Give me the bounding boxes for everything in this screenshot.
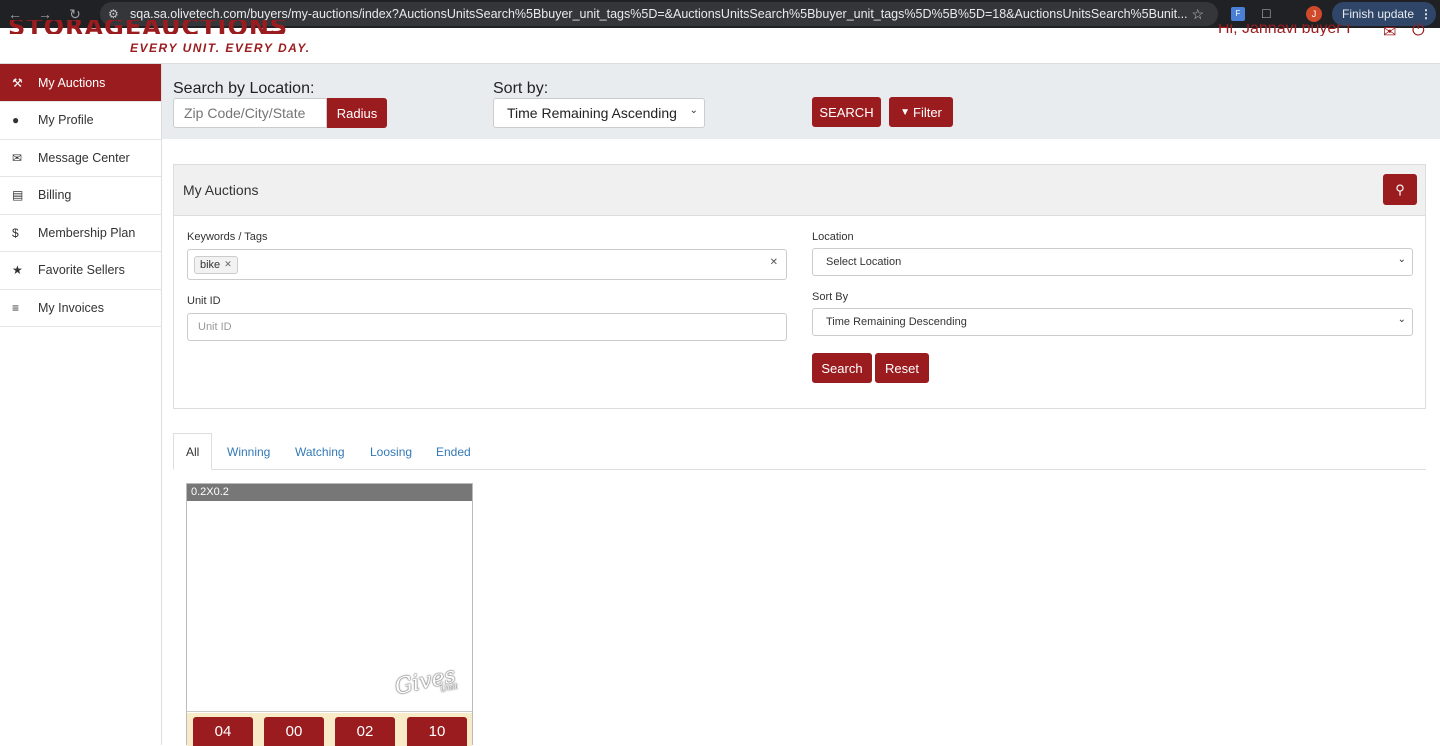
user-icon: ● xyxy=(12,113,20,128)
panel-title: My Auctions xyxy=(183,182,259,198)
tab-winning[interactable]: Winning xyxy=(227,433,270,470)
panel-header: My Auctions ⚲ xyxy=(174,165,1425,216)
location-search-band: Search by Location: Radius Sort by: Time… xyxy=(162,64,1440,139)
chevron-down-icon: ⌄ xyxy=(1397,314,1406,325)
gavel-icon: ⚒ xyxy=(12,75,23,90)
sort-by-field-label: Sort By xyxy=(812,291,849,303)
tag-chip: bike ✕ xyxy=(194,255,238,274)
radius-button[interactable]: Radius xyxy=(327,98,387,128)
timer-hours: 00 xyxy=(264,717,324,746)
power-icon[interactable]: ⏻ xyxy=(1412,22,1425,36)
unit-size-title: 0.2X0.2 xyxy=(187,484,472,501)
keywords-label: Keywords / Tags xyxy=(187,231,268,243)
sort-by-field-select[interactable]: Time Remaining Descending ⌄ xyxy=(812,308,1413,336)
sidebar-item-membership-plan[interactable]: $ Membership Plan xyxy=(0,215,161,252)
unit-card[interactable]: 0.2X0.2 Gives Unit 04 00 02 10 xyxy=(186,483,473,746)
tab-loosing[interactable]: Loosing xyxy=(370,433,412,470)
tab-all[interactable]: All xyxy=(173,433,213,470)
sidebar-item-label: My Invoices xyxy=(38,300,104,315)
bookmark-star-icon[interactable]: ☆ xyxy=(1191,6,1204,23)
envelope-icon: ✉ xyxy=(12,150,23,165)
panel-search-toggle[interactable]: ⚲ xyxy=(1383,174,1417,205)
user-greeting[interactable]: Hi, Jahnavi buyer I xyxy=(1218,24,1351,36)
profile-avatar[interactable]: J xyxy=(1306,6,1322,22)
sort-by-select[interactable]: Time Remaining Ascending ⌄ xyxy=(493,98,705,128)
site-info-icon[interactable]: ⚙ xyxy=(108,7,130,21)
filter-button[interactable]: ▼ Filter xyxy=(889,97,953,127)
dollar-icon: $ xyxy=(12,225,19,240)
timer-days: 04 xyxy=(193,717,253,746)
tag-remove-icon[interactable]: ✕ xyxy=(224,259,232,270)
sort-by-value: Time Remaining Ascending xyxy=(507,105,677,121)
tag-chip-label: bike xyxy=(200,258,221,271)
timer-seconds: 10 xyxy=(407,717,467,746)
unit-id-label: Unit ID xyxy=(187,295,221,307)
unit-id-input[interactable]: Unit ID xyxy=(187,313,787,341)
url-text: sqa.sa.olivetech.com/buyers/my-auctions/… xyxy=(130,7,1188,21)
clear-tags-icon[interactable]: ✕ xyxy=(770,257,778,268)
chevron-down-icon: ⌄ xyxy=(1397,254,1406,265)
finish-update-label: Finish update xyxy=(1342,7,1415,21)
sidebar-item-label: Favorite Sellers xyxy=(38,263,125,278)
star-icon: ★ xyxy=(12,263,23,278)
sort-by-label: Sort by: xyxy=(493,80,549,97)
site-header: STORAGEAUCTIONS EVERY UNIT. EVERY DAY. H… xyxy=(0,20,1440,64)
sidebar-item-my-auctions[interactable]: ⚒ My Auctions xyxy=(0,64,161,102)
countdown-timer: 04 00 02 10 xyxy=(187,713,472,746)
panel-search-button[interactable]: Search xyxy=(812,353,872,383)
search-by-location-label: Search by Location: xyxy=(173,80,315,97)
auction-tabs: All Winning Watching Loosing Ended xyxy=(173,433,1426,470)
search-icon: ⚲ xyxy=(1395,181,1405,197)
sidebar-item-label: Billing xyxy=(38,188,72,203)
sidebar-item-billing[interactable]: ▤ Billing xyxy=(0,177,161,215)
extension-icon[interactable]: F xyxy=(1231,7,1245,21)
sidebar-item-favorite-sellers[interactable]: ★ Favorite Sellers xyxy=(0,252,161,290)
mail-icon[interactable]: ✉ xyxy=(1383,22,1396,36)
sidebar-item-label: My Profile xyxy=(38,113,94,128)
credit-card-icon: ▤ xyxy=(12,188,24,203)
sidebar-item-my-invoices[interactable]: ≡ My Invoices xyxy=(0,290,161,327)
unit-id-placeholder: Unit ID xyxy=(198,321,232,333)
watermark-logo: Gives Unit xyxy=(392,663,458,703)
logo-mark xyxy=(262,28,282,34)
keywords-tags-input[interactable]: bike ✕ ✕ xyxy=(187,249,787,280)
unit-image[interactable]: Gives Unit xyxy=(187,501,472,712)
logo-tagline: EVERY UNIT. EVERY DAY. xyxy=(130,41,311,55)
list-icon: ≡ xyxy=(12,300,20,315)
timer-minutes: 02 xyxy=(335,717,395,746)
location-label: Location xyxy=(812,231,854,243)
sidebar-item-message-center[interactable]: ✉ Message Center xyxy=(0,140,161,177)
filter-icon: ▼ xyxy=(900,106,910,118)
sidebar: ⚒ My Auctions ● My Profile ✉ Message Cen… xyxy=(0,64,162,745)
chevron-down-icon: ⌄ xyxy=(689,105,698,116)
sidebar-item-label: My Auctions xyxy=(38,75,106,90)
location-select[interactable]: Select Location ⌄ xyxy=(812,248,1413,276)
tab-watching[interactable]: Watching xyxy=(295,433,345,470)
zip-code-input[interactable] xyxy=(173,98,327,128)
puzzle-icon[interactable]: □ xyxy=(1262,5,1270,21)
my-auctions-panel: My Auctions ⚲ Keywords / Tags bike ✕ ✕ U… xyxy=(173,164,1426,409)
search-button[interactable]: SEARCH xyxy=(812,97,881,127)
logo-text[interactable]: STORAGEAUCTIONS xyxy=(8,20,288,34)
filter-label: Filter xyxy=(913,104,942,120)
sidebar-item-label: Membership Plan xyxy=(38,225,136,240)
sidebar-item-my-profile[interactable]: ● My Profile xyxy=(0,102,161,140)
tab-ended[interactable]: Ended xyxy=(436,433,471,470)
sidebar-item-label: Message Center xyxy=(38,150,130,165)
location-value: Select Location xyxy=(826,256,902,268)
sort-by-field-value: Time Remaining Descending xyxy=(826,316,967,328)
more-menu-icon: ⋮ xyxy=(1420,7,1433,21)
reset-button[interactable]: Reset xyxy=(875,353,929,383)
